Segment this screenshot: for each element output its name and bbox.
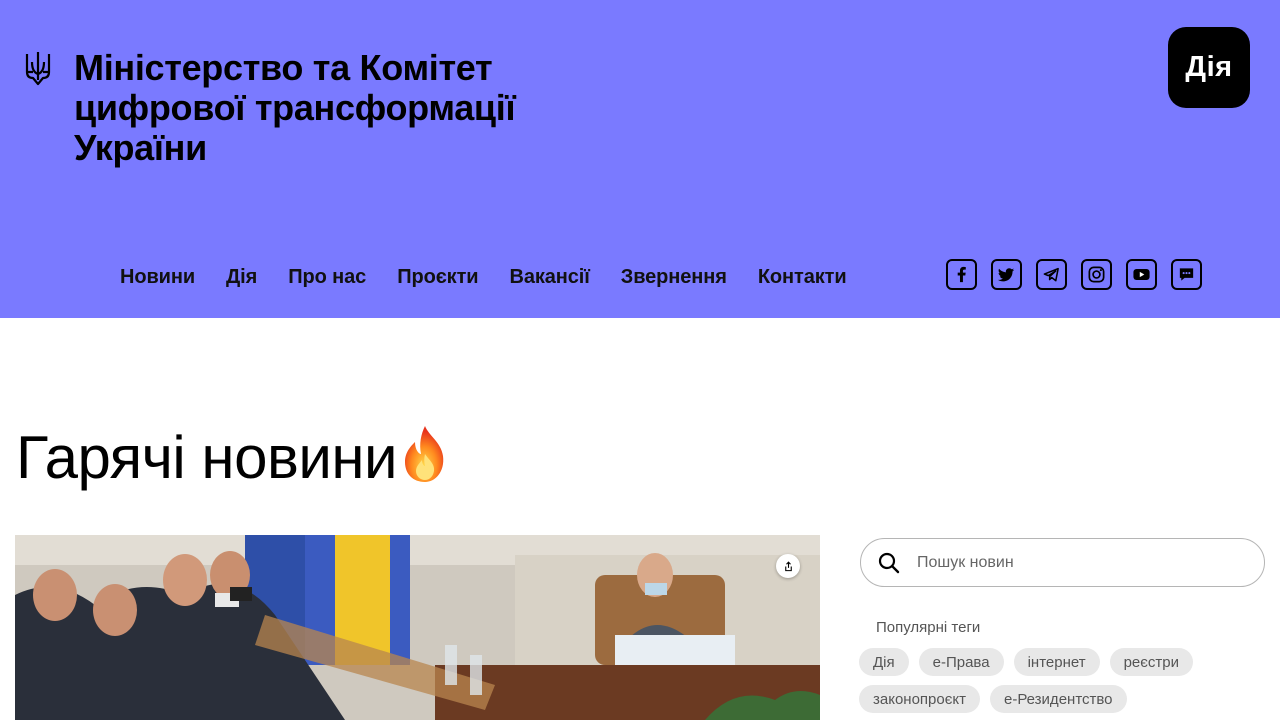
tag-chip[interactable]: законопроєкт bbox=[859, 685, 980, 713]
news-search-box[interactable] bbox=[860, 538, 1265, 587]
nav-item-news[interactable]: Новини bbox=[120, 266, 195, 289]
search-input[interactable] bbox=[917, 553, 1237, 572]
tag-chip[interactable]: інтернет bbox=[1013, 648, 1100, 676]
tag-chip[interactable]: Дія bbox=[859, 648, 909, 676]
share-button[interactable] bbox=[776, 554, 800, 578]
title-line: України bbox=[74, 127, 207, 168]
instagram-icon[interactable] bbox=[1081, 259, 1112, 290]
tag-chip[interactable]: е-Резидентство bbox=[989, 685, 1127, 713]
hot-news-heading-text: Гарячі новини bbox=[16, 424, 397, 491]
telegram-icon[interactable] bbox=[1036, 259, 1067, 290]
tag-chip[interactable]: реєстри bbox=[1109, 648, 1194, 676]
nav-item-projects[interactable]: Проєкти bbox=[397, 266, 478, 289]
title-line: Міністерство та Комітет bbox=[74, 47, 493, 88]
trident-icon[interactable] bbox=[24, 50, 52, 86]
ministry-title[interactable]: Міністерство та Комітет цифрової трансфо… bbox=[74, 48, 594, 168]
hot-news-heading: Гарячі новини bbox=[16, 422, 451, 500]
nav-item-diia[interactable]: Дія bbox=[226, 266, 257, 289]
tag-chip[interactable]: е-Права bbox=[918, 648, 1004, 676]
nav-item-about[interactable]: Про нас bbox=[288, 266, 366, 289]
site-header: Міністерство та Комітет цифрової трансфо… bbox=[0, 0, 1280, 318]
nav-item-appeals[interactable]: Звернення bbox=[621, 266, 727, 289]
share-icon bbox=[784, 560, 792, 571]
diia-logo-button[interactable]: Дія bbox=[1168, 27, 1250, 108]
popular-tags-heading: Популярні теги bbox=[876, 619, 981, 636]
social-links bbox=[946, 259, 1216, 290]
title-line: цифрової трансформації bbox=[74, 87, 516, 128]
search-icon[interactable] bbox=[877, 551, 901, 575]
chat-icon[interactable] bbox=[1171, 259, 1202, 290]
nav-item-contacts[interactable]: Контакти bbox=[758, 266, 847, 289]
fire-icon bbox=[399, 424, 451, 500]
facebook-icon[interactable] bbox=[946, 259, 977, 290]
news-photo[interactable] bbox=[15, 535, 820, 720]
popular-tags-list: Дія е-Права інтернет реєстри законопроєк… bbox=[859, 648, 1279, 720]
main-nav: Новини Дія Про нас Проєкти Вакансії Звер… bbox=[120, 266, 878, 289]
youtube-icon[interactable] bbox=[1126, 259, 1157, 290]
twitter-icon[interactable] bbox=[991, 259, 1022, 290]
diia-logo-text: Дія bbox=[1185, 51, 1233, 83]
nav-item-vacancies[interactable]: Вакансії bbox=[509, 266, 589, 289]
